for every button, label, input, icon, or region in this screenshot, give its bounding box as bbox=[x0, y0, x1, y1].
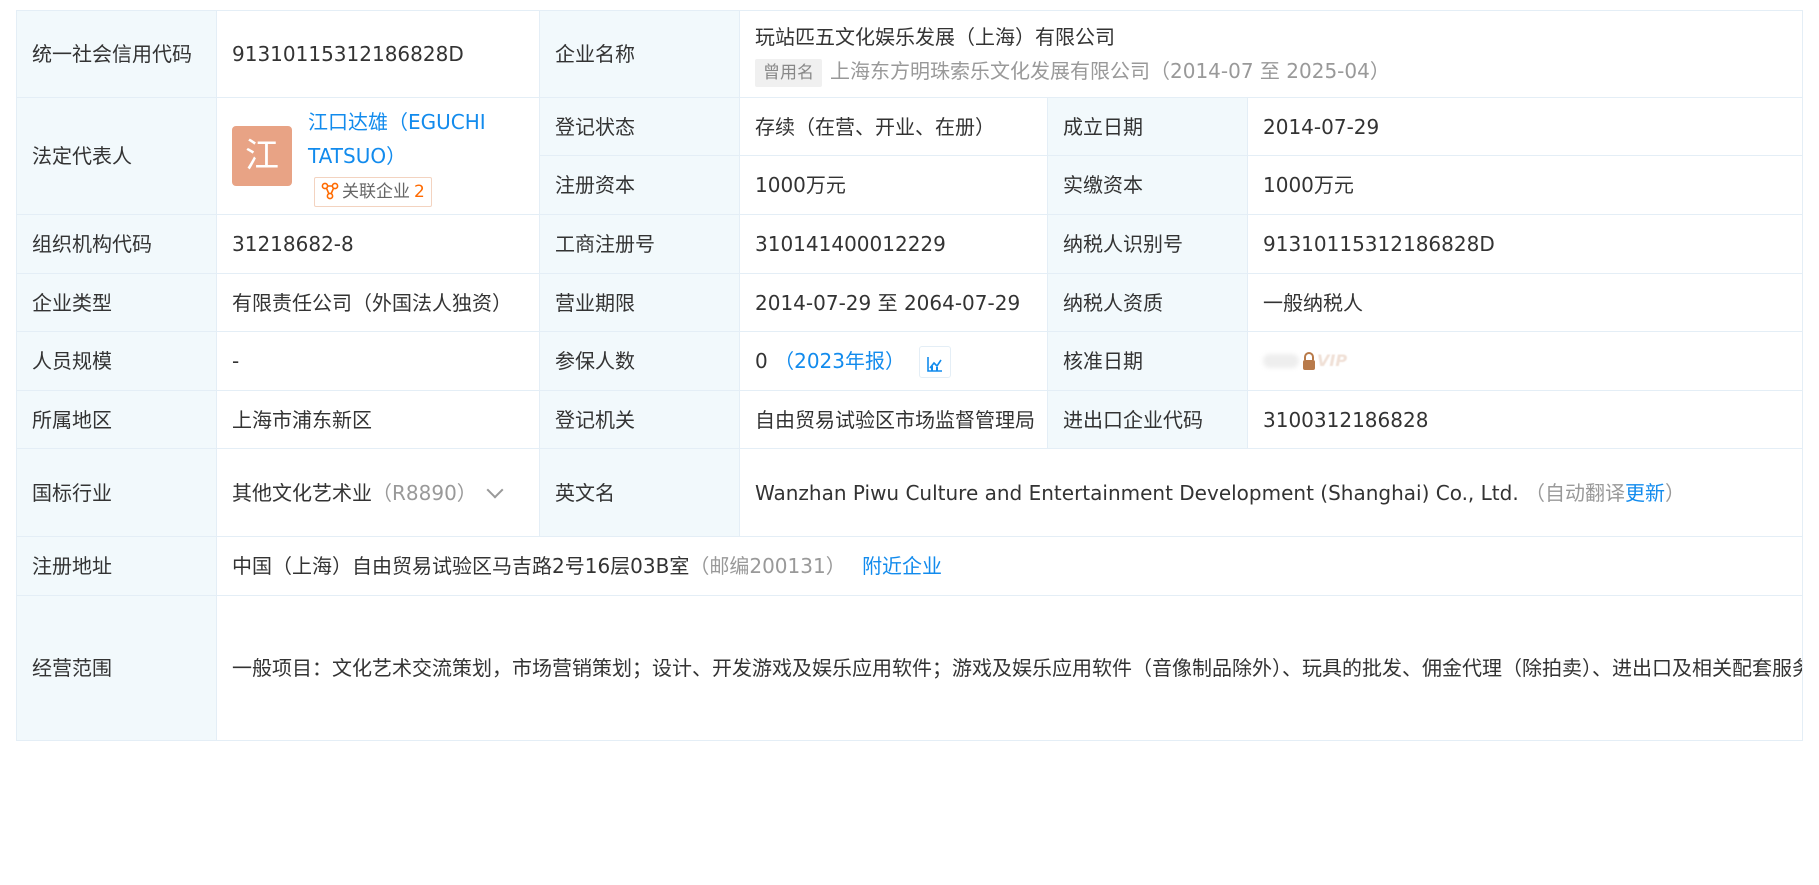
paid-capital-value: 1000万元 bbox=[1246, 155, 1804, 215]
legal-rep-name-link[interactable]: 江口达雄（EGUCHI TATSUO） bbox=[308, 110, 486, 168]
reg-status-label: 登记状态 bbox=[539, 97, 740, 156]
related-companies-badge[interactable]: 关联企业 2 bbox=[314, 176, 432, 207]
reg-capital-label: 注册资本 bbox=[539, 155, 740, 215]
insured-value: 0 bbox=[755, 348, 768, 373]
trend-chart-icon bbox=[927, 356, 943, 372]
import-export-label: 进出口企业代码 bbox=[1047, 390, 1248, 449]
address-value: 中国（上海）自由贸易试验区马吉路2号16层03B室 bbox=[232, 554, 690, 578]
established-label: 成立日期 bbox=[1047, 97, 1248, 156]
english-name-label: 英文名 bbox=[539, 448, 740, 537]
trend-chart-button[interactable] bbox=[919, 346, 952, 379]
blurred-value bbox=[1263, 354, 1299, 368]
credit-code-label: 统一社会信用代码 bbox=[16, 10, 217, 98]
reg-capital-value: 1000万元 bbox=[739, 155, 1048, 215]
company-name-label: 企业名称 bbox=[539, 10, 740, 98]
company-type-label: 企业类型 bbox=[16, 273, 217, 332]
taxpayer-qual-value: 一般纳税人 bbox=[1246, 273, 1804, 332]
former-name: 曾用名 上海东方明珠索乐文化发展有限公司（2014-07 至 2025-04） bbox=[755, 54, 1788, 88]
reg-authority-label: 登记机关 bbox=[539, 390, 740, 449]
annual-report-link[interactable]: （2023年报） bbox=[774, 349, 905, 373]
industry-value: 其他文化艺术业 bbox=[232, 480, 372, 505]
region-label: 所属地区 bbox=[16, 390, 217, 449]
credit-code-value: 91310115312186828D bbox=[216, 10, 540, 98]
company-name-cell: 玩站匹五文化娱乐发展（上海）有限公司 曾用名 上海东方明珠索乐文化发展有限公司（2… bbox=[738, 10, 1804, 98]
reg-status-value: 存续（在营、开业、在册） bbox=[739, 97, 1048, 156]
biz-term-value: 2014-07-29 至 2064-07-29 bbox=[739, 273, 1048, 332]
nearby-companies-link[interactable]: 附近企业 bbox=[862, 554, 942, 578]
insured-label: 参保人数 bbox=[539, 331, 740, 391]
org-code-label: 组织机构代码 bbox=[16, 214, 217, 274]
paid-capital-label: 实缴资本 bbox=[1047, 155, 1248, 215]
staff-size-value: - bbox=[216, 331, 540, 391]
industry-label: 国标行业 bbox=[16, 448, 217, 537]
biz-term-label: 营业期限 bbox=[539, 273, 740, 332]
close-paren: ） bbox=[1665, 480, 1686, 505]
chevron-down-icon[interactable] bbox=[486, 481, 504, 498]
insured-cell: 0 （2023年报） bbox=[739, 331, 1048, 391]
related-count: 2 bbox=[414, 181, 425, 202]
relation-icon bbox=[321, 182, 339, 199]
postcode: （邮编200131） bbox=[689, 554, 846, 578]
taxpayer-qual-label: 纳税人资质 bbox=[1047, 273, 1248, 332]
company-info-table: 统一社会信用代码 91310115312186828D 企业名称 玩站匹五文化娱… bbox=[16, 10, 1804, 741]
approval-date-vip[interactable]: VIP bbox=[1246, 331, 1804, 391]
auto-translate-note: （自动翻译 bbox=[1525, 480, 1626, 505]
approval-date-label: 核准日期 bbox=[1047, 331, 1248, 391]
import-export-value: 3100312186828 bbox=[1246, 390, 1804, 449]
lock-icon bbox=[1303, 352, 1315, 370]
former-name-tag: 曾用名 bbox=[755, 59, 822, 87]
biz-reg-no-label: 工商注册号 bbox=[539, 214, 740, 274]
vip-label: VIP bbox=[1317, 351, 1348, 370]
staff-size-label: 人员规模 bbox=[16, 331, 217, 391]
scope-value: 一般项目：文化艺术交流策划，市场营销策划；设计、开发游戏及娱乐应用软件；游戏及娱… bbox=[215, 595, 1804, 741]
established-value: 2014-07-29 bbox=[1246, 97, 1804, 156]
reg-authority-value: 自由贸易试验区市场监督管理局 bbox=[739, 390, 1048, 449]
company-name-value: 玩站匹五文化娱乐发展（上海）有限公司 bbox=[755, 25, 1115, 49]
scope-label: 经营范围 bbox=[16, 595, 217, 741]
industry-code: （R8890） bbox=[372, 480, 477, 505]
english-name-value: Wanzhan Piwu Culture and Entertainment D… bbox=[755, 480, 1519, 505]
english-name-cell: Wanzhan Piwu Culture and Entertainment D… bbox=[738, 448, 1804, 537]
region-value: 上海市浦东新区 bbox=[216, 390, 540, 449]
taxpayer-id-value: 91310115312186828D bbox=[1246, 214, 1804, 274]
address-label: 注册地址 bbox=[16, 536, 217, 596]
legal-rep-avatar[interactable]: 江 bbox=[232, 126, 292, 186]
legal-rep-label: 法定代表人 bbox=[16, 97, 217, 215]
taxpayer-id-label: 纳税人识别号 bbox=[1047, 214, 1248, 274]
related-label: 关联企业 bbox=[342, 181, 410, 202]
former-name-value: 上海东方明珠索乐文化发展有限公司（2014-07 至 2025-04） bbox=[830, 59, 1390, 83]
update-link[interactable]: 更新 bbox=[1625, 481, 1665, 505]
address-cell: 中国（上海）自由贸易试验区马吉路2号16层03B室（邮编200131） 附近企业 bbox=[215, 536, 1804, 596]
legal-rep-cell: 江 江口达雄（EGUCHI TATSUO） 关联企业 2 bbox=[216, 97, 540, 215]
company-type-value: 有限责任公司（外国法人独资） bbox=[216, 273, 540, 332]
biz-reg-no-value: 310141400012229 bbox=[739, 214, 1048, 274]
industry-cell[interactable]: 其他文化艺术业（R8890） bbox=[216, 448, 540, 537]
org-code-value: 31218682-8 bbox=[216, 214, 540, 274]
